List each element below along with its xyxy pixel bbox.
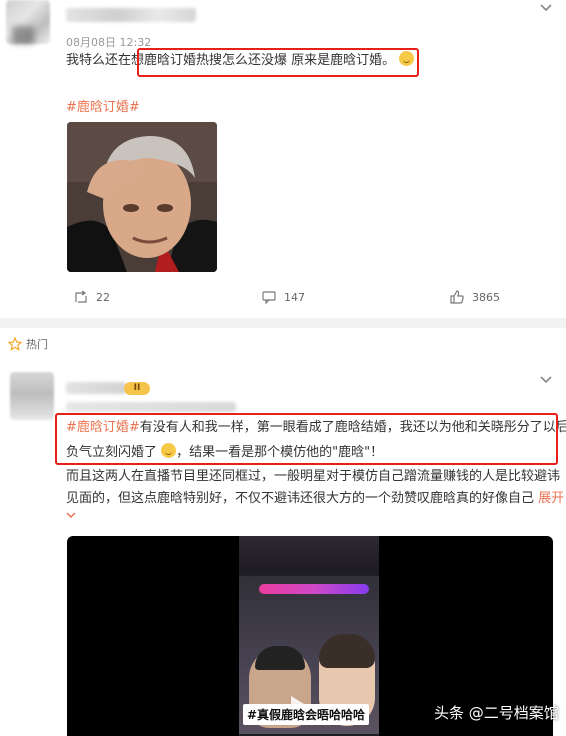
repost-count: 22 [96,290,110,304]
avatar[interactable] [10,372,54,420]
post-text-line-4: 见面的，但这点鹿晗特别好，不仅不避讳还很大方的一个劲赞叹鹿晗真的好像自己 展开 [66,490,564,508]
hashtag-link[interactable]: #鹿晗订婚# [66,96,140,115]
repost-icon [75,290,87,303]
post-image[interactable] [67,122,217,272]
expand-chevron-icon[interactable] [66,511,76,522]
video-caption: #真假鹿晗会晤哈哈哈 [243,704,370,725]
hot-label: 热门 [26,338,48,351]
comment-count: 147 [284,290,305,304]
highlight-box [137,48,419,77]
expand-link[interactable]: 展开 [538,491,564,506]
livestream-header [239,536,379,572]
username-blurred[interactable] [66,382,126,394]
like-count: 3865 [472,290,500,304]
chevron-down-icon[interactable] [540,0,552,16]
thumbs-up-icon [450,290,464,304]
watermark: 头条 @二号档案馆 [434,704,559,722]
username-blurred[interactable] [66,8,196,22]
video-frame: #真假鹿晗会晤哈哈哈 [239,536,379,736]
post-actions: 22 147 3865 [0,290,566,312]
hot-section-header: 热门 [8,336,48,352]
repost-button[interactable]: 22 [74,290,110,304]
like-button[interactable]: 3865 [450,290,500,304]
avatar[interactable] [6,0,50,44]
comment-button[interactable]: 147 [262,290,305,304]
section-separator [0,318,566,328]
star-icon [8,337,22,351]
highlight-box [55,413,558,465]
stage-light [259,584,369,594]
post-text-line-3: 而且这两人在直播节目里还同框过，一般明星对于模仿自己蹭流量赚钱的人是比较避讳 [66,469,561,484]
vip-badge: II [124,382,150,395]
post-meta-blurred [66,402,236,412]
post-text-prefix: 我特么还在想 [66,53,145,68]
post-card-1: 08月08日 12:32 我特么还在想鹿晗订婚热搜怎么还没爆 原来是鹿晗订婚。 … [0,0,566,318]
comment-icon [262,291,276,304]
photo-illustration [67,122,217,272]
post-text-segment: 见面的，但这点鹿晗特别好，不仅不避讳还很大方的一个劲赞叹鹿晗真的好像自己 [66,491,535,506]
chevron-down-icon[interactable] [540,372,552,388]
